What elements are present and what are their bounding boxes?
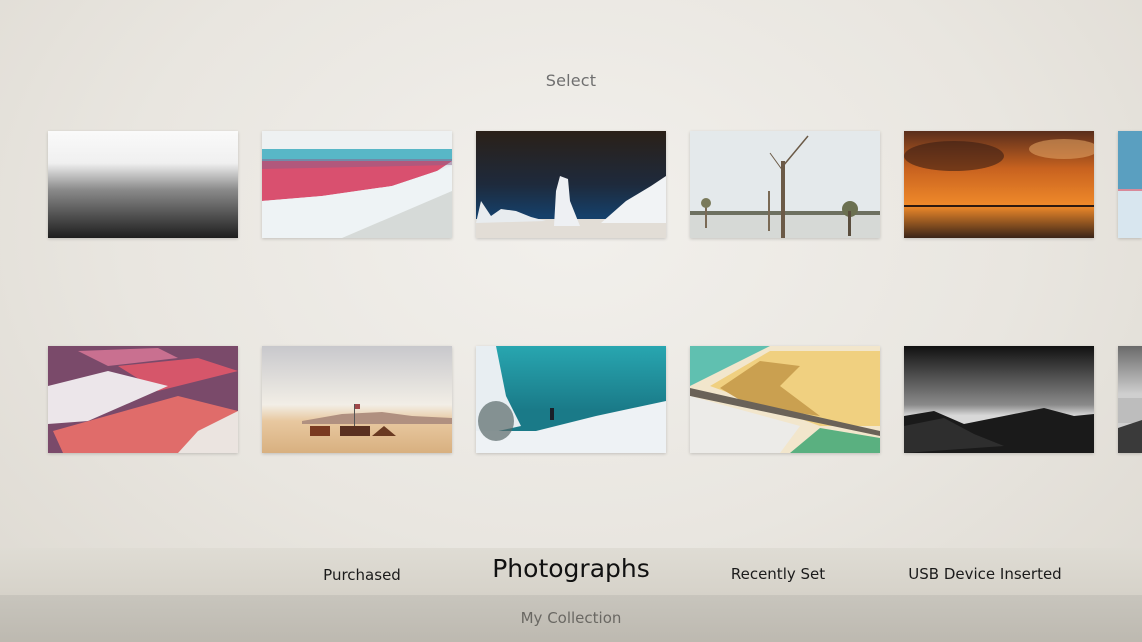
photo-image bbox=[262, 131, 452, 238]
photo-thumbnail-blue-lake-partial[interactable] bbox=[1118, 131, 1142, 238]
photo-image bbox=[476, 131, 666, 238]
photo-image bbox=[690, 346, 880, 453]
photo-thumbnail-desert-camp-flag[interactable] bbox=[262, 346, 452, 453]
tab-purchased[interactable]: Purchased bbox=[323, 566, 401, 584]
photo-image bbox=[690, 131, 880, 238]
photo-image bbox=[48, 131, 238, 238]
photo-image bbox=[476, 346, 666, 453]
photo-image bbox=[1118, 346, 1142, 453]
photo-thumbnail-yellow-evaporation-ponds[interactable] bbox=[690, 346, 880, 453]
photo-image bbox=[1118, 131, 1142, 238]
tab-usb-device-inserted[interactable]: USB Device Inserted bbox=[908, 565, 1061, 583]
my-collection-label[interactable]: My Collection bbox=[0, 609, 1142, 627]
photo-thumbnail-dead-trees-in-water[interactable] bbox=[690, 131, 880, 238]
photo-thumbnail-orange-sunset-reflection[interactable] bbox=[904, 131, 1094, 238]
photo-thumbnail-bw-mountain-horizon[interactable] bbox=[904, 346, 1094, 453]
photo-thumbnail-misty-sea-bw[interactable] bbox=[48, 131, 238, 238]
photo-thumbnail-inverted-ice-formations[interactable] bbox=[476, 131, 666, 238]
photo-image bbox=[48, 346, 238, 453]
photo-thumbnail-pink-salt-ponds-aerial[interactable] bbox=[48, 346, 238, 453]
category-tabs: Purchased Photographs Recently Set USB D… bbox=[0, 548, 1142, 595]
photo-image bbox=[262, 346, 452, 453]
bottom-bar: My Collection bbox=[0, 595, 1142, 642]
photo-thumbnail-ice-cave[interactable] bbox=[476, 346, 666, 453]
page-title: Select bbox=[545, 71, 597, 90]
photo-image bbox=[904, 346, 1094, 453]
photo-thumbnail-bw-coast-partial[interactable] bbox=[1118, 346, 1142, 453]
tab-recently-set[interactable]: Recently Set bbox=[731, 565, 825, 583]
tab-photographs[interactable]: Photographs bbox=[492, 554, 650, 583]
photo-image bbox=[904, 131, 1094, 238]
photo-thumbnail-pink-salt-lake[interactable] bbox=[262, 131, 452, 238]
